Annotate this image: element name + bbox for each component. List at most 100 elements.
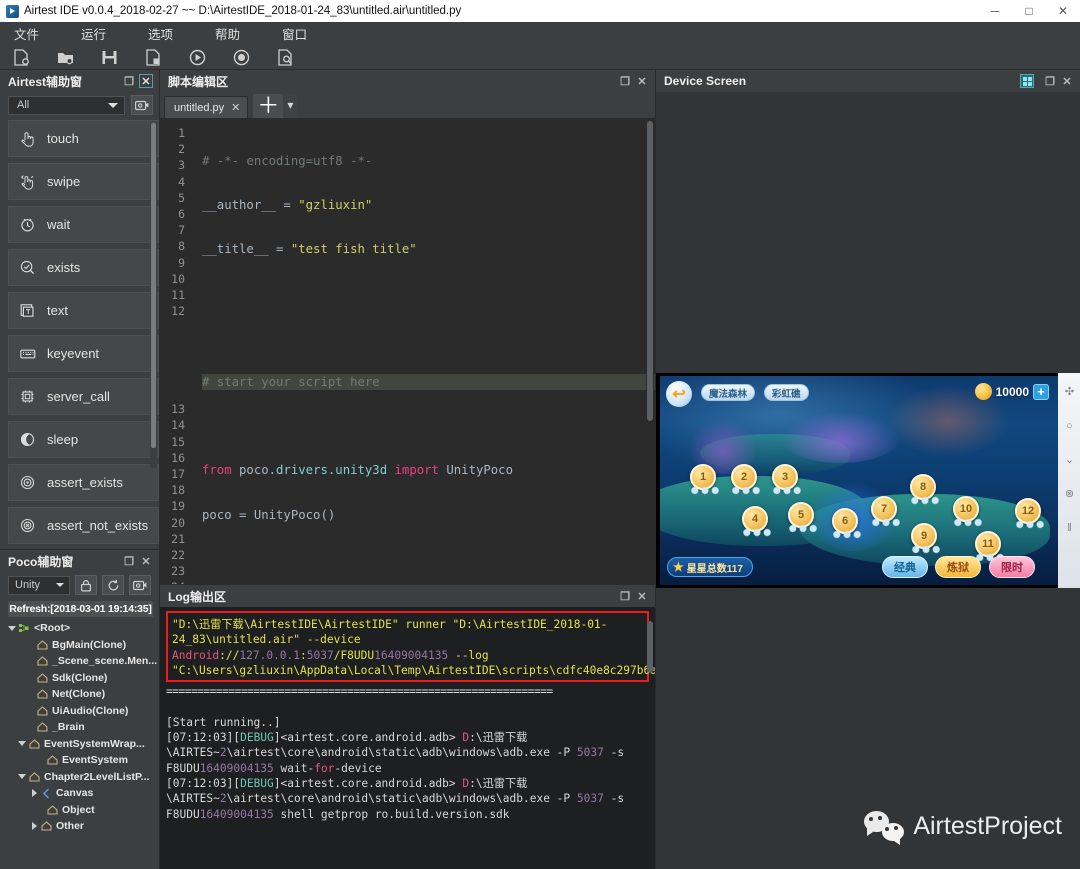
tree-item[interactable]: Canvas	[6, 785, 159, 802]
device-close-icon[interactable]: ✕	[1060, 74, 1074, 88]
tree-item[interactable]: _Scene_scene.Men...	[6, 653, 159, 670]
new-tab-button[interactable]: ＋	[253, 94, 284, 118]
tree-item[interactable]: Chapter2LevelListP...	[6, 769, 159, 786]
grid-inspect-icon[interactable]	[1020, 74, 1034, 88]
device-screen-frame[interactable]: ↩ 魔法森林 彩虹礁 10000 + 1 2 3 4 5 6 7 8 9 10 …	[656, 373, 1080, 588]
poco-lock-button[interactable]	[75, 575, 97, 595]
level-node[interactable]: 9	[909, 523, 943, 555]
poco-refresh-button[interactable]	[102, 575, 124, 595]
airtest-action-sleep[interactable]: sleep	[8, 421, 159, 458]
mode-timed-button[interactable]: 限时	[989, 556, 1035, 578]
expand-arrow-icon[interactable]	[16, 774, 28, 780]
device-screen-bottom-area[interactable]	[656, 588, 1080, 869]
mode-classic-button[interactable]: 经典	[882, 556, 928, 578]
level-node[interactable]: 1	[688, 464, 722, 496]
device-tool-menu-icon[interactable]: ‖	[1067, 523, 1072, 534]
level-node[interactable]: 6	[830, 508, 864, 540]
tree-item[interactable]: UiAudio(Clone)	[6, 703, 159, 720]
tree-item[interactable]: <Root>	[6, 620, 159, 637]
mode-hell-button[interactable]: 炼狱	[935, 556, 981, 578]
level-node[interactable]: 10	[951, 496, 985, 528]
log-scrollbar[interactable]	[646, 609, 654, 867]
new-tab-dropdown-icon[interactable]: ▾	[283, 94, 298, 118]
zone-chip-1[interactable]: 魔法森林	[701, 384, 756, 401]
poco-close-icon[interactable]: ✕	[139, 554, 153, 568]
expand-arrow-icon[interactable]	[16, 741, 28, 747]
run-icon[interactable]	[188, 48, 206, 66]
tree-item[interactable]: Sdk(Clone)	[6, 670, 159, 687]
airtest-action-text[interactable]: text	[8, 292, 159, 329]
device-tool-chevron-icon[interactable]: ⌄	[1065, 455, 1074, 466]
device-game-screenshot[interactable]: ↩ 魔法森林 彩虹礁 10000 + 1 2 3 4 5 6 7 8 9 10 …	[660, 376, 1058, 585]
expand-arrow-icon[interactable]	[6, 625, 18, 631]
tab-close-icon[interactable]: ✕	[231, 101, 240, 114]
code-editor[interactable]: 1 2 3 4 5 6 7 8 9 10 11 12 13 14 15 16 1…	[160, 118, 655, 584]
expand-arrow-icon[interactable]	[28, 789, 40, 798]
close-button[interactable]: ✕	[1046, 0, 1080, 22]
log-output-text[interactable]: "D:\迅雷下载\AirtestIDE\AirtestIDE" runner "…	[160, 607, 655, 869]
airtest-action-exists[interactable]: exists	[8, 249, 159, 286]
scrollbar-thumb[interactable]	[151, 123, 156, 448]
tree-item[interactable]: Object	[6, 802, 159, 819]
tab-untitled-py[interactable]: untitled.py ✕	[164, 96, 249, 118]
device-screen-empty-area[interactable]	[656, 92, 1080, 373]
menu-item-help[interactable]: 帮助	[215, 24, 240, 43]
menu-item-options[interactable]: 选项	[148, 24, 173, 43]
new-file-icon[interactable]	[12, 48, 30, 66]
level-node[interactable]: 2	[729, 464, 763, 496]
zone-chip-2[interactable]: 彩虹礁	[764, 384, 809, 401]
airtest-action-wait[interactable]: wait	[8, 206, 159, 243]
back-button[interactable]: ↩	[666, 381, 692, 407]
log-restore-icon[interactable]: ❐	[618, 589, 632, 603]
airtest-list-scrollbar[interactable]	[150, 123, 157, 468]
poco-restore-icon[interactable]: ❐	[122, 554, 136, 568]
level-node[interactable]: 7	[869, 496, 903, 528]
tree-item[interactable]: Net(Clone)	[6, 686, 159, 703]
maximize-button[interactable]: □	[1012, 0, 1046, 22]
airtest-action-touch[interactable]: touch	[8, 120, 159, 157]
menu-item-run[interactable]: 运行	[81, 24, 106, 43]
level-node[interactable]: 12	[1013, 498, 1047, 530]
level-node[interactable]: 11	[973, 531, 1007, 563]
code-text-area[interactable]: # -*- encoding=utf8 -*- __author__ = "gz…	[192, 119, 655, 584]
airtest-action-server-call[interactable]: server_call	[8, 378, 159, 415]
add-coin-button[interactable]: +	[1033, 383, 1049, 400]
level-node[interactable]: 5	[786, 502, 820, 534]
tree-item[interactable]: _Brain	[6, 719, 159, 736]
level-node[interactable]: 8	[908, 474, 942, 506]
stop-icon[interactable]	[232, 48, 250, 66]
airtest-action-keyevent[interactable]: keyevent	[8, 335, 159, 372]
level-node[interactable]: 4	[740, 506, 774, 538]
editor-close-icon[interactable]: ✕	[635, 74, 649, 88]
airtest-action-assert-not-exists[interactable]: assert_not_exists	[8, 507, 159, 544]
device-restore-icon[interactable]: ❐	[1043, 74, 1057, 88]
airtest-close-icon[interactable]: ✕	[139, 74, 153, 88]
save-as-icon[interactable]	[144, 48, 162, 66]
expand-arrow-icon[interactable]	[28, 822, 40, 831]
poco-camera-button[interactable]	[129, 575, 151, 595]
menu-item-window[interactable]: 窗口	[282, 24, 307, 43]
open-folder-icon[interactable]	[56, 48, 74, 66]
airtest-action-swipe[interactable]: swipe	[8, 163, 159, 200]
device-tool-cursor-icon[interactable]: ✣	[1065, 387, 1074, 398]
inspect-icon[interactable]	[276, 48, 294, 66]
airtest-filter-select[interactable]: All	[8, 95, 125, 115]
device-tool-target-icon[interactable]: ⊗	[1065, 489, 1074, 500]
tree-item[interactable]: Other	[6, 818, 159, 835]
scrollbar-thumb[interactable]	[647, 121, 653, 421]
device-tool-circle-icon[interactable]: ○	[1066, 421, 1073, 432]
editor-restore-icon[interactable]: ❐	[618, 74, 632, 88]
airtest-camera-button[interactable]	[131, 95, 153, 115]
menu-item-file[interactable]: 文件	[14, 24, 39, 43]
save-icon[interactable]	[100, 48, 118, 66]
minimize-button[interactable]: ─	[978, 0, 1012, 22]
scrollbar-thumb[interactable]	[647, 621, 653, 673]
tree-item[interactable]: EventSystemWrap...	[6, 736, 159, 753]
tree-item[interactable]: BgMain(Clone)	[6, 637, 159, 654]
tree-item[interactable]: EventSystem	[6, 752, 159, 769]
poco-engine-select[interactable]: Unity	[8, 575, 70, 595]
log-close-icon[interactable]: ✕	[635, 589, 649, 603]
airtest-restore-icon[interactable]: ❐	[122, 74, 136, 88]
airtest-action-assert-exists[interactable]: assert_exists	[8, 464, 159, 501]
editor-scrollbar[interactable]	[646, 121, 654, 582]
